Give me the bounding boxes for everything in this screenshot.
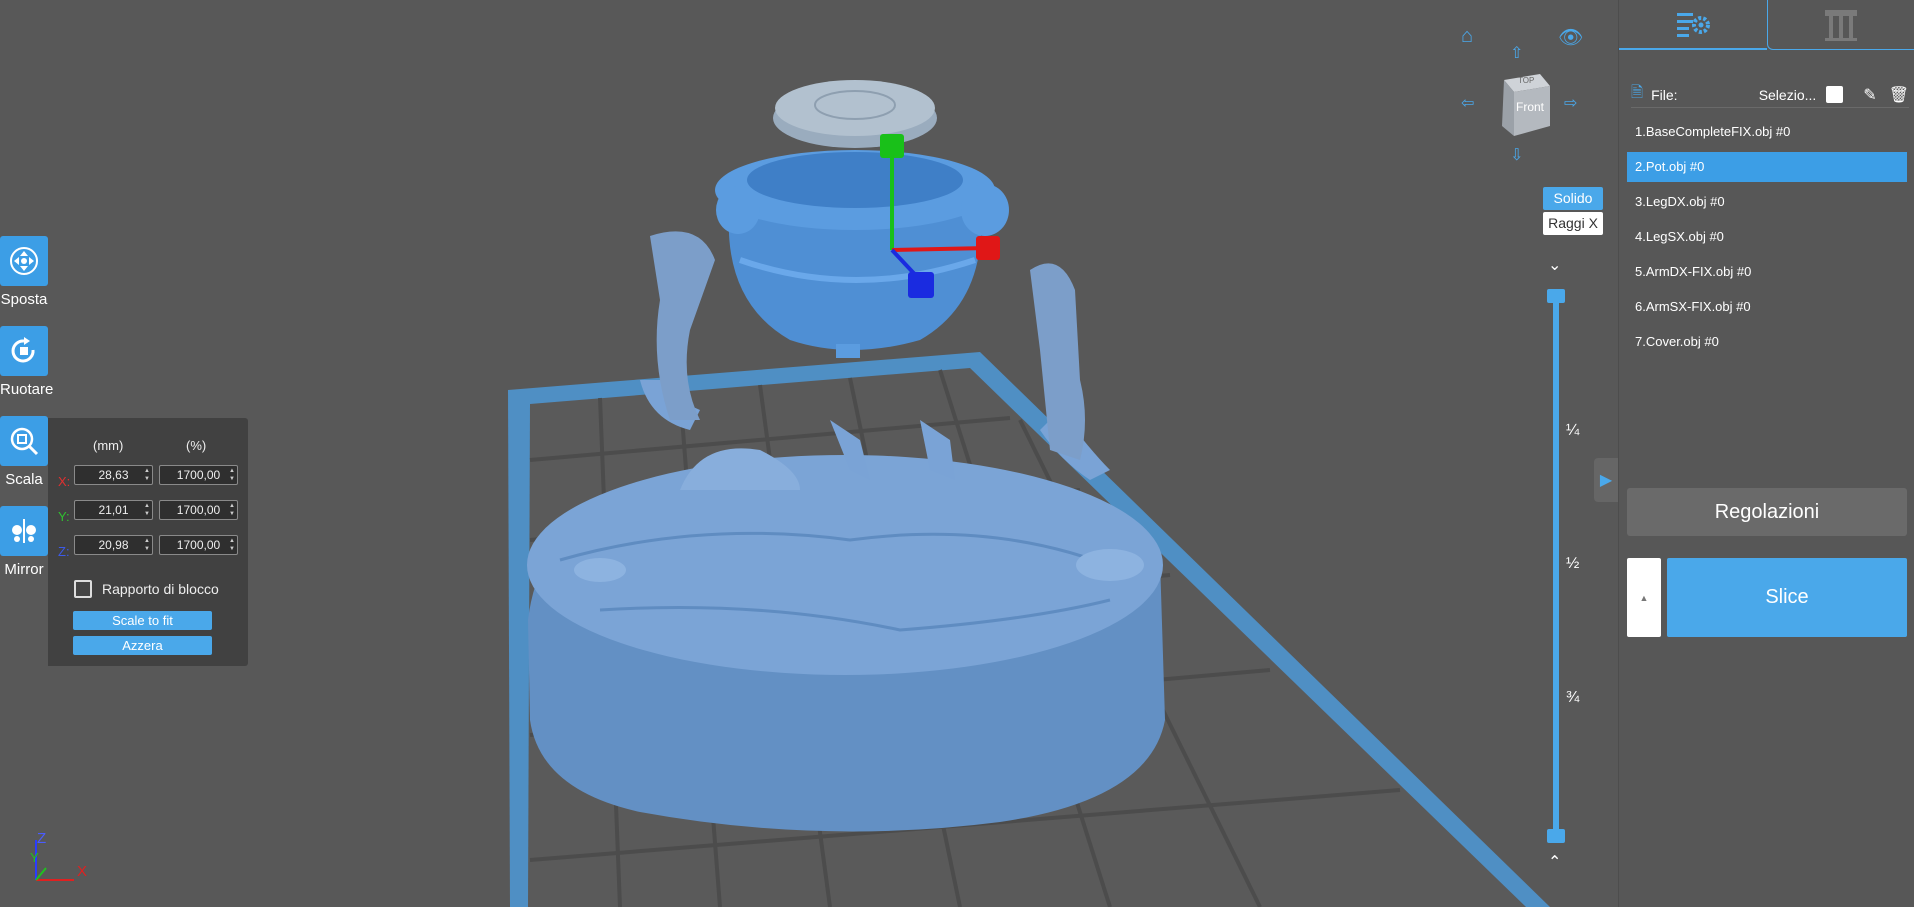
- y-mm-input[interactable]: 21,01 ▲ ▼: [74, 500, 153, 520]
- tab-settings[interactable]: [1619, 0, 1767, 50]
- layer-slider-track[interactable]: [1553, 296, 1559, 836]
- list-item[interactable]: 7.Cover.obj #0: [1627, 327, 1907, 357]
- move-icon[interactable]: [0, 236, 48, 286]
- trash-icon[interactable]: 🗑: [1889, 85, 1909, 105]
- z-axis-label: Z:: [58, 544, 70, 559]
- home-view-icon[interactable]: ⌂: [1461, 26, 1473, 46]
- mirror-label: Mirror: [4, 561, 44, 578]
- mm-header: (mm): [93, 438, 124, 453]
- edit-icon[interactable]: ✎: [1863, 85, 1876, 105]
- lock-ratio-row[interactable]: Rapporto di blocco: [74, 580, 219, 598]
- z-pct-value: 1700,00: [176, 538, 221, 552]
- panel-collapse-tab[interactable]: ▶: [1594, 458, 1618, 502]
- chevron-down-icon[interactable]: ⌄: [1548, 255, 1561, 275]
- y-mm-value: 21,01: [98, 503, 129, 517]
- spinner-icon[interactable]: ▲ ▼: [144, 467, 150, 483]
- list-item[interactable]: 2.Pot.obj #0: [1627, 152, 1907, 182]
- view-cube[interactable]: Front TOP: [1494, 70, 1554, 138]
- chevron-up-icon[interactable]: ⌃: [1548, 852, 1561, 872]
- lock-ratio-checkbox[interactable]: [74, 580, 92, 598]
- solid-mode-button[interactable]: Solido: [1543, 187, 1603, 210]
- slice-options-button[interactable]: ▲: [1627, 558, 1661, 637]
- reset-button[interactable]: Azzera: [73, 636, 212, 655]
- x-mm-input[interactable]: 28,63 ▲ ▼: [74, 465, 153, 485]
- scale-label: Scala: [5, 471, 43, 488]
- lock-ratio-label: Rapporto di blocco: [102, 581, 219, 597]
- xray-mode-button[interactable]: Raggi X: [1543, 212, 1603, 235]
- y-pct-value: 1700,00: [176, 503, 221, 517]
- rotate-tool[interactable]: Ruotare: [0, 326, 54, 398]
- list-settings-icon: [1677, 13, 1710, 37]
- play-arrow-icon: ▶: [1599, 472, 1613, 489]
- move-label: Sposta: [0, 291, 48, 308]
- list-item[interactable]: 5.ArmDX-FIX.obj #0: [1627, 257, 1907, 287]
- x-axis-label: X:: [58, 474, 71, 489]
- cube-front-label: Front: [1516, 100, 1545, 114]
- y-axis-gizmo-label: Y: [30, 850, 39, 865]
- rotate-right-icon[interactable]: ⇨: [1564, 94, 1577, 114]
- spinner-icon[interactable]: ▲ ▼: [229, 467, 235, 483]
- base-model: [527, 448, 1165, 832]
- cube-top-label: TOP: [1518, 76, 1535, 85]
- mirror-tool[interactable]: Mirror: [0, 506, 48, 578]
- slice-button[interactable]: Slice: [1667, 558, 1907, 637]
- cover-model: [773, 80, 937, 148]
- scale-icon[interactable]: [0, 416, 48, 466]
- move-tool[interactable]: Sposta: [0, 236, 48, 308]
- pot-model: [715, 150, 1009, 358]
- select-all-checkbox[interactable]: [1826, 86, 1844, 103]
- spinner-icon[interactable]: ▲ ▼: [144, 502, 150, 518]
- rotate-icon[interactable]: [0, 326, 48, 376]
- layer-slider-top-handle[interactable]: [1547, 289, 1565, 303]
- x-axis-gizmo-label: X: [77, 863, 88, 880]
- list-item[interactable]: 4.LegSX.obj #0: [1627, 222, 1907, 252]
- rotate-down-icon[interactable]: ⇩: [1510, 146, 1523, 166]
- list-item[interactable]: 3.LegDX.obj #0: [1627, 187, 1907, 217]
- select-all-label: Selezio...: [1758, 86, 1817, 103]
- list-item[interactable]: 6.ArmSX-FIX.obj #0: [1627, 292, 1907, 322]
- quarter-label: ¼: [1566, 422, 1580, 439]
- file-icon: 🗎: [1631, 84, 1644, 101]
- z-pct-input[interactable]: 1700,00 ▲ ▼: [159, 535, 238, 555]
- spinner-icon[interactable]: ▲ ▼: [144, 537, 150, 553]
- rotate-left-icon[interactable]: ⇦: [1461, 94, 1474, 114]
- half-label: ½: [1566, 555, 1580, 572]
- layer-slider-bottom-handle[interactable]: [1547, 829, 1565, 843]
- rotate-label: Ruotare: [0, 381, 54, 398]
- three-quarter-label: ¾: [1566, 689, 1580, 706]
- file-label: File:: [1651, 86, 1678, 103]
- mirror-icon[interactable]: [0, 506, 48, 556]
- x-mm-value: 28,63: [98, 468, 129, 482]
- 3d-viewport[interactable]: Sposta Ruotare Scala Mirror (mm) (%) X: …: [0, 0, 1618, 907]
- tab-supports[interactable]: [1767, 0, 1914, 50]
- x-pct-input[interactable]: 1700,00 ▲ ▼: [159, 465, 238, 485]
- z-axis-gizmo-label: Z: [37, 830, 47, 847]
- supports-icon: [1825, 9, 1857, 41]
- scale-panel: (mm) (%) X: 28,63 ▲ ▼ 1700,00 ▲ ▼ Y: 21,01 ▲ ▼…: [48, 418, 248, 666]
- z-mm-value: 20,98: [98, 538, 129, 552]
- y-pct-input[interactable]: 1700,00 ▲ ▼: [159, 500, 238, 520]
- triangle-up-icon: ▲: [1639, 592, 1649, 603]
- list-item[interactable]: 1.BaseCompleteFIX.obj #0: [1627, 117, 1907, 147]
- eye-icon[interactable]: 👁: [1558, 28, 1583, 48]
- adjustments-button[interactable]: Regolazioni: [1627, 488, 1907, 536]
- file-header-row: 🗎 File: Selezio... ✎ 🗑: [1631, 82, 1909, 108]
- spinner-icon[interactable]: ▲ ▼: [229, 537, 235, 553]
- right-panel: 🗎 File: Selezio... ✎ 🗑 1.BaseCompleteFIX…: [1618, 0, 1914, 907]
- x-pct-value: 1700,00: [176, 468, 221, 482]
- scale-to-fit-button[interactable]: Scale to fit: [73, 611, 212, 630]
- z-mm-input[interactable]: 20,98 ▲ ▼: [74, 535, 153, 555]
- y-axis-label: Y:: [58, 509, 70, 524]
- percent-header: (%): [186, 438, 207, 453]
- rotate-up-icon[interactable]: ⇧: [1510, 44, 1523, 64]
- scale-tool[interactable]: Scala: [0, 416, 48, 488]
- spinner-icon[interactable]: ▲ ▼: [229, 502, 235, 518]
